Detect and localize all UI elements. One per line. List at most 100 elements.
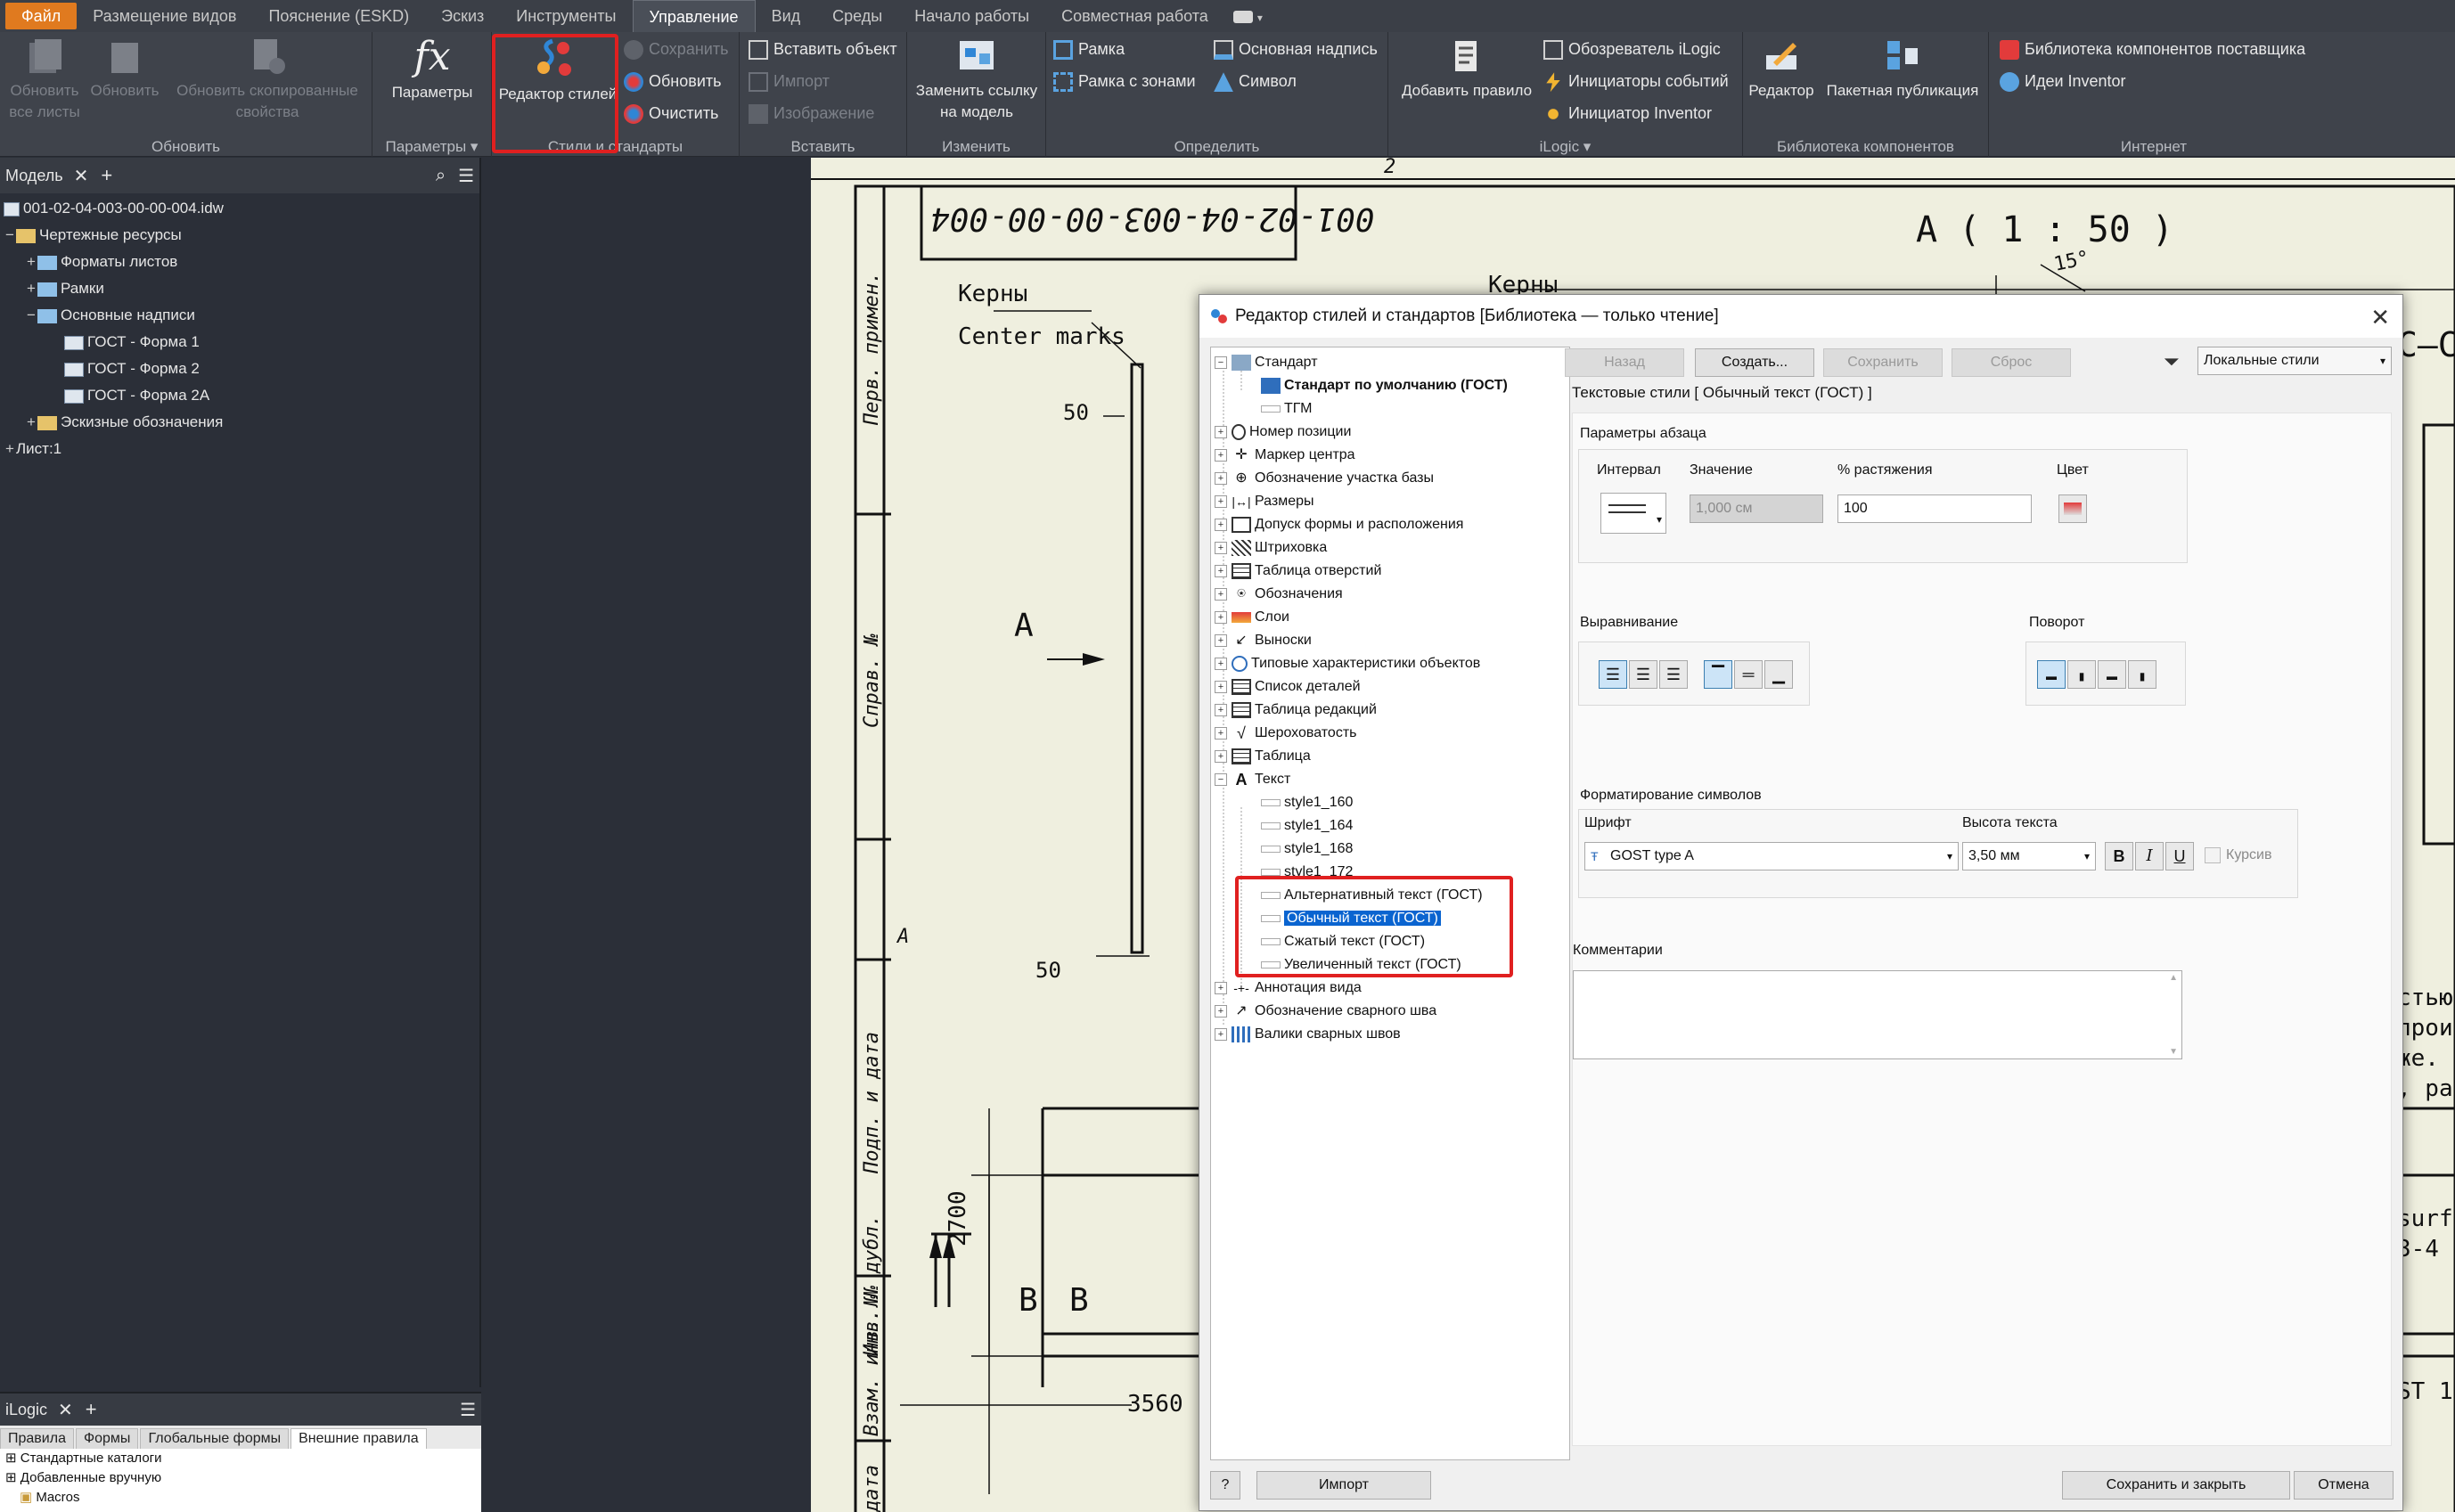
menu-icon[interactable]: ☰ bbox=[458, 165, 474, 187]
tab-sketch[interactable]: Эскиз bbox=[425, 0, 500, 32]
ilogic-tab-global-forms[interactable]: Глобальные формы bbox=[140, 1428, 290, 1449]
tree-node-hatch[interactable]: + Штриховка bbox=[1215, 536, 1327, 560]
close-icon[interactable]: ✕ bbox=[58, 1399, 73, 1421]
comments-textarea[interactable]: ▲ ▼ bbox=[1573, 970, 2182, 1059]
tab-collaborate[interactable]: Совместная работа bbox=[1045, 0, 1224, 32]
align-center-button[interactable]: ☰ bbox=[1629, 660, 1657, 689]
parameters-button[interactable]: fx Параметры bbox=[383, 36, 481, 103]
styles-save-button[interactable]: Сохранить bbox=[624, 36, 728, 62]
browser-node-sketched-symbols[interactable]: + Эскизные обозначения bbox=[25, 409, 223, 436]
panel-title-parameters[interactable]: Параметры ▾ bbox=[372, 137, 491, 157]
tab-manage[interactable]: Управление bbox=[632, 0, 756, 32]
close-icon[interactable]: ✕ bbox=[74, 165, 89, 187]
tree-node-weld-bead[interactable]: + Валики сварных швов bbox=[1215, 1023, 1401, 1046]
frame-zones-button[interactable]: Рамка с зонами bbox=[1053, 68, 1196, 94]
scroll-down-icon[interactable]: ▼ bbox=[2169, 1047, 2178, 1057]
expand-icon[interactable]: + bbox=[1215, 657, 1227, 670]
expand-icon[interactable]: + bbox=[1215, 448, 1227, 462]
font-select[interactable]: Ŧ GOST type A ▾ bbox=[1584, 842, 1959, 870]
expand-icon[interactable]: + bbox=[1215, 587, 1227, 601]
tab-annotate-eskd[interactable]: Пояснение (ESKD) bbox=[252, 0, 425, 32]
browser-file-node[interactable]: 001-02-04-003-00-00-004.idw bbox=[4, 195, 224, 222]
tree-node-tgm[interactable]: ТГМ bbox=[1261, 397, 1312, 421]
ilogic-item-added-manually[interactable]: ⊞ Добавленные вручную bbox=[5, 1468, 481, 1488]
help-button[interactable]: ? bbox=[1210, 1471, 1240, 1500]
vendor-library-button[interactable]: Библиотека компонентов поставщика bbox=[2000, 36, 2305, 62]
tree-node-hole-table[interactable]: + Таблица отверстий bbox=[1215, 560, 1381, 583]
tree-node-object-defaults[interactable]: + Типовые характеристики объектов bbox=[1215, 652, 1480, 675]
browser-node-title-blocks[interactable]: − Основные надписи bbox=[25, 302, 195, 329]
ilogic-tab-forms[interactable]: Формы bbox=[75, 1428, 139, 1449]
expand-icon[interactable]: + bbox=[1215, 726, 1227, 740]
expand-icon[interactable]: + bbox=[1215, 1004, 1227, 1018]
expand-icon[interactable]: + bbox=[1215, 749, 1227, 763]
expand-icon[interactable]: + bbox=[25, 275, 37, 302]
expand-icon[interactable]: + bbox=[25, 409, 37, 436]
browser-node-gost-form2a[interactable]: ГОСТ - Форма 2А bbox=[64, 382, 209, 409]
tab-place-views[interactable]: Размещение видов bbox=[77, 0, 252, 32]
styles-purge-button[interactable]: Очистить bbox=[624, 100, 718, 127]
update-copied-props-button[interactable]: Обновить скопированные свойства bbox=[166, 36, 369, 123]
tab-get-started[interactable]: Начало работы bbox=[898, 0, 1045, 32]
spacing-value-field[interactable]: 1,000 см bbox=[1690, 494, 1823, 523]
style-filter-select[interactable]: Локальные стили ▾ bbox=[2197, 347, 2392, 375]
inventor-ideas-button[interactable]: Идеи Inventor bbox=[2000, 68, 2126, 94]
tree-node-center-mark[interactable]: + ✛ Маркер центра bbox=[1215, 444, 1355, 467]
styles-update-button[interactable]: Обновить bbox=[624, 68, 722, 94]
align-right-button[interactable]: ☰ bbox=[1659, 660, 1688, 689]
tree-node-text[interactable]: − A Текст bbox=[1215, 768, 1290, 791]
ilogic-item-macros[interactable]: ▣ Macros bbox=[5, 1488, 481, 1508]
tree-node-layers[interactable]: + Слои bbox=[1215, 606, 1289, 629]
browser-node-borders[interactable]: + Рамки bbox=[25, 275, 104, 302]
filter-icon[interactable]: ⏷ bbox=[2164, 350, 2180, 373]
expand-icon[interactable]: + bbox=[1215, 1027, 1227, 1041]
color-picker-button[interactable] bbox=[2058, 494, 2087, 523]
inventor-trigger-button[interactable]: Инициатор Inventor bbox=[1543, 100, 1712, 127]
frame-button[interactable]: Рамка bbox=[1053, 36, 1125, 62]
tree-node-revision-table[interactable]: + Таблица редакций bbox=[1215, 699, 1377, 722]
expand-icon[interactable]: + bbox=[1215, 633, 1227, 647]
browser-node-gost-form2[interactable]: ГОСТ - Форма 2 bbox=[64, 356, 200, 382]
tree-node-table[interactable]: + Таблица bbox=[1215, 745, 1311, 768]
ilogic-title[interactable]: iLogic bbox=[5, 1401, 47, 1419]
save-and-close-button[interactable]: Сохранить и закрыть bbox=[2062, 1471, 2290, 1500]
underline-button[interactable]: U bbox=[2165, 842, 2194, 870]
tree-node-fcf[interactable]: + Допуск формы и расположения bbox=[1215, 513, 1463, 536]
collapse-icon[interactable]: − bbox=[1215, 356, 1227, 369]
tree-node-style1-160[interactable]: style1_160 bbox=[1261, 791, 1353, 814]
rotate-270-button[interactable]: ▮ bbox=[2128, 660, 2156, 689]
tab-tools[interactable]: Инструменты bbox=[500, 0, 632, 32]
tree-node-identifiers[interactable]: + ⍟ Обозначения bbox=[1215, 583, 1343, 606]
update-button[interactable]: Обновить bbox=[87, 36, 162, 102]
stretch-percent-field[interactable]: 100 bbox=[1837, 494, 2032, 523]
tree-node-view-annotation[interactable]: + -+- Аннотация вида bbox=[1215, 977, 1362, 1000]
tree-node-datum-target[interactable]: + ⊕ Обозначение участка базы bbox=[1215, 467, 1434, 490]
tree-node-weld-symbol[interactable]: + ↗ Обозначение сварного шва bbox=[1215, 1000, 1436, 1023]
valign-middle-button[interactable]: ═ bbox=[1734, 660, 1763, 689]
expand-icon[interactable]: + bbox=[1215, 518, 1227, 531]
ilogic-item-standard-catalogs[interactable]: ⊞ Стандартные каталоги bbox=[5, 1449, 481, 1468]
close-icon[interactable]: ✕ bbox=[2370, 304, 2390, 331]
insert-object-button[interactable]: Вставить объект bbox=[749, 36, 897, 62]
add-rule-button[interactable]: Добавить правило bbox=[1395, 36, 1538, 102]
collapse-icon[interactable]: − bbox=[1215, 772, 1227, 786]
replace-model-reference-button[interactable]: Заменить ссылку на модель bbox=[911, 36, 1043, 123]
add-tab-icon[interactable]: + bbox=[86, 1398, 97, 1421]
expand-icon[interactable]: + bbox=[1215, 471, 1227, 485]
expand-icon[interactable]: + bbox=[1215, 703, 1227, 716]
tree-node-style1-164[interactable]: style1_164 bbox=[1261, 814, 1353, 838]
panel-title-ilogic[interactable]: iLogic ▾ bbox=[1388, 137, 1742, 157]
valign-bottom-button[interactable]: ▁ bbox=[1764, 660, 1793, 689]
import-styles-button[interactable]: Импорт bbox=[1256, 1471, 1431, 1500]
cancel-button[interactable]: Отмена bbox=[2294, 1471, 2394, 1500]
reset-button[interactable]: Сброс bbox=[1952, 348, 2071, 377]
expand-icon[interactable]: + bbox=[1215, 494, 1227, 508]
expand-icon[interactable]: + bbox=[1215, 610, 1227, 624]
tab-environments[interactable]: Среды bbox=[816, 0, 898, 32]
tree-node-parts-list[interactable]: + Список деталей bbox=[1215, 675, 1361, 699]
browser-node-drawing-resources[interactable]: − Чертежные ресурсы bbox=[4, 222, 182, 249]
align-left-button[interactable]: ☰ bbox=[1599, 660, 1627, 689]
tree-node-leaders[interactable]: + ↙ Выноски bbox=[1215, 629, 1312, 652]
line-spacing-dropdown[interactable]: ▾ bbox=[1600, 493, 1666, 534]
expand-icon[interactable]: + bbox=[1215, 541, 1227, 554]
